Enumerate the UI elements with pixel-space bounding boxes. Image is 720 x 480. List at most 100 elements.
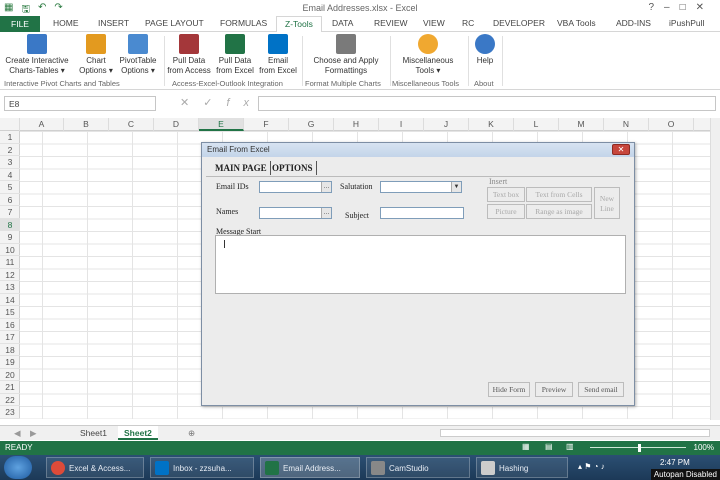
- choose-and-apply-formattings-button[interactable]: Choose and Apply Formattings: [310, 34, 382, 76]
- page-layout-view-icon[interactable]: ▤: [545, 442, 553, 451]
- system-clock[interactable]: 2:47 PM: [660, 458, 690, 467]
- column-header[interactable]: N: [604, 118, 649, 131]
- column-header[interactable]: D: [154, 118, 199, 131]
- taskbar-item-hashing[interactable]: Hashing: [476, 457, 568, 478]
- row-header[interactable]: 4: [0, 169, 20, 181]
- miscellaneous-tools-button[interactable]: Miscellaneous Tools ▾: [397, 34, 459, 76]
- column-header[interactable]: L: [514, 118, 559, 131]
- row-header[interactable]: 16: [0, 319, 20, 331]
- tab-formulas[interactable]: FORMULAS: [220, 18, 267, 28]
- row-header[interactable]: 10: [0, 244, 20, 256]
- tab-options[interactable]: OPTIONS: [269, 161, 317, 175]
- maximize-icon[interactable]: □: [680, 2, 696, 13]
- page-break-view-icon[interactable]: ▥: [566, 442, 574, 451]
- tab-developer[interactable]: DEVELOPER: [493, 18, 545, 28]
- tab-view[interactable]: VIEW: [423, 18, 445, 28]
- column-header[interactable]: M: [559, 118, 604, 131]
- email-from-excel-button[interactable]: Email from Excel: [258, 34, 298, 76]
- ellipsis-icon[interactable]: …: [321, 182, 331, 192]
- row-header[interactable]: 9: [0, 231, 20, 244]
- row-header[interactable]: 23: [0, 406, 20, 419]
- salutation-dropdown[interactable]: ▼: [380, 181, 462, 193]
- taskbar-item-excel[interactable]: Email Address...: [260, 457, 360, 478]
- row-header[interactable]: 14: [0, 294, 20, 306]
- close-icon[interactable]: ✕: [696, 2, 714, 13]
- tab-vba-tools[interactable]: VBA Tools: [557, 18, 596, 28]
- pull-data-from-access-button[interactable]: Pull Data from Access: [166, 34, 212, 76]
- windows-start-button[interactable]: [4, 456, 32, 479]
- minimize-icon[interactable]: –: [664, 2, 680, 13]
- tab-rc[interactable]: RC: [462, 18, 474, 28]
- tab-data[interactable]: DATA: [332, 18, 353, 28]
- zoom-slider-knob[interactable]: [638, 444, 641, 452]
- add-sheet-icon[interactable]: ⊕: [182, 426, 201, 440]
- column-header[interactable]: B: [64, 118, 109, 131]
- row-header[interactable]: 15: [0, 306, 20, 319]
- row-header[interactable]: 18: [0, 344, 20, 356]
- dialog-close-button[interactable]: ✕: [612, 144, 630, 155]
- tab-home[interactable]: HOME: [53, 18, 79, 28]
- row-header[interactable]: 7: [0, 206, 20, 219]
- column-header-selected[interactable]: E: [199, 118, 244, 131]
- column-header[interactable]: A: [20, 118, 64, 131]
- send-email-button[interactable]: Send email: [578, 382, 624, 397]
- insert-text-box-button[interactable]: Text box: [487, 187, 525, 202]
- tab-file[interactable]: FILE: [0, 16, 40, 32]
- row-header[interactable]: 1: [0, 131, 20, 144]
- row-header[interactable]: 12: [0, 269, 20, 281]
- taskbar-item-camstudio[interactable]: CamStudio: [366, 457, 470, 478]
- zoom-level[interactable]: 100%: [694, 443, 714, 452]
- chart-options-button[interactable]: Chart Options ▾: [78, 34, 114, 76]
- select-all-corner[interactable]: [0, 118, 20, 131]
- create-interactive-charts-button[interactable]: Create Interactive Charts-Tables ▾: [4, 34, 70, 76]
- row-header[interactable]: 2: [0, 144, 20, 156]
- column-header[interactable]: K: [469, 118, 514, 131]
- row-header[interactable]: 20: [0, 369, 20, 381]
- tab-review[interactable]: REVIEW: [374, 18, 408, 28]
- insert-new-line-button[interactable]: New Line: [594, 187, 620, 219]
- column-header[interactable]: O: [649, 118, 694, 131]
- email-ids-field[interactable]: …: [259, 181, 332, 193]
- system-tray-icons[interactable]: ▴ ⚑ ◔ ♪: [578, 462, 605, 471]
- row-header[interactable]: 19: [0, 356, 20, 369]
- help-button[interactable]: Help: [472, 34, 498, 66]
- row-header[interactable]: 11: [0, 256, 20, 269]
- sheet-tab[interactable]: Sheet1: [74, 426, 113, 440]
- hide-form-button[interactable]: Hide Form: [488, 382, 530, 397]
- enter-icon[interactable]: ✓: [203, 97, 226, 109]
- column-header[interactable]: G: [289, 118, 334, 131]
- row-header[interactable]: 22: [0, 394, 20, 406]
- insert-range-as-image-button[interactable]: Range as image: [526, 204, 592, 219]
- row-header[interactable]: 3: [0, 156, 20, 169]
- tab-main-page[interactable]: MAIN PAGE: [212, 161, 271, 175]
- column-header[interactable]: F: [244, 118, 289, 131]
- names-field[interactable]: …: [259, 207, 332, 219]
- pull-data-from-excel-button[interactable]: Pull Data from Excel: [214, 34, 256, 76]
- column-header[interactable]: J: [424, 118, 469, 131]
- sheet-tab-active[interactable]: Sheet2: [118, 426, 158, 440]
- horizontal-scrollbar[interactable]: [440, 429, 710, 437]
- pivottable-options-button[interactable]: PivotTable Options ▾: [117, 34, 159, 76]
- cancel-icon[interactable]: ✕: [180, 97, 203, 109]
- name-box[interactable]: E8: [4, 96, 156, 111]
- scroll-right-icon[interactable]: ▶: [24, 426, 43, 440]
- insert-text-from-cells-button[interactable]: Text from Cells: [526, 187, 592, 202]
- row-header[interactable]: 13: [0, 281, 20, 294]
- ellipsis-icon[interactable]: …: [321, 208, 331, 218]
- column-header[interactable]: I: [379, 118, 424, 131]
- formula-input[interactable]: [258, 96, 716, 111]
- subject-field[interactable]: [380, 207, 464, 219]
- window-controls[interactable]: ?–□✕: [648, 2, 714, 13]
- row-header[interactable]: 21: [0, 381, 20, 394]
- taskbar-item-outlook[interactable]: Inbox - zzsuha...: [150, 457, 254, 478]
- tab-ipushpull[interactable]: iPushPull: [669, 18, 704, 28]
- taskbar-item-chrome[interactable]: Excel & Access...: [46, 457, 144, 478]
- column-header[interactable]: H: [334, 118, 379, 131]
- insert-picture-button[interactable]: Picture: [487, 204, 525, 219]
- normal-view-icon[interactable]: ▦: [522, 442, 530, 451]
- message-start-textarea[interactable]: [215, 235, 626, 294]
- row-header-selected[interactable]: 8: [0, 218, 20, 231]
- help-icon[interactable]: ?: [648, 2, 664, 13]
- column-header[interactable]: C: [109, 118, 154, 131]
- row-header[interactable]: 5: [0, 181, 20, 194]
